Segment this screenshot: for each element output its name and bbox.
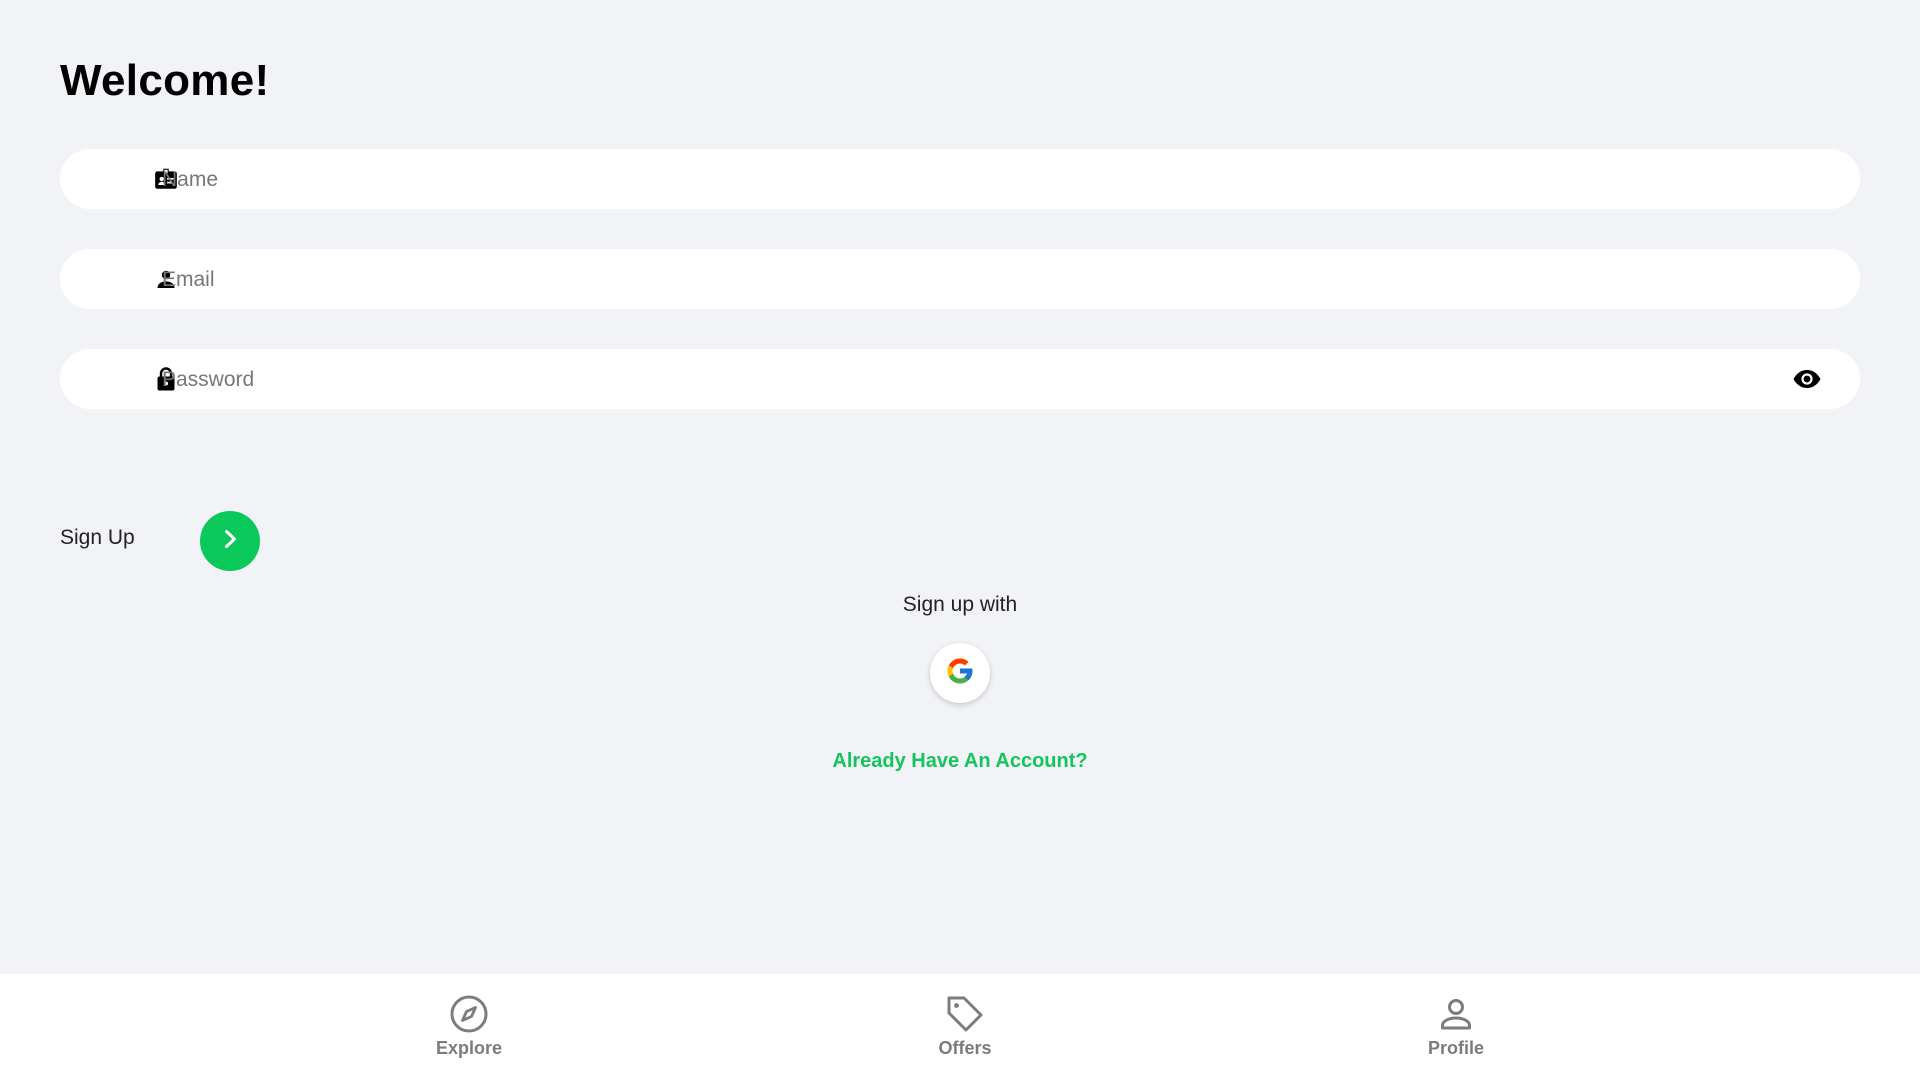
user-outline-icon (1434, 992, 1478, 1036)
page-title: Welcome! (60, 56, 270, 105)
password-field[interactable] (60, 349, 1860, 411)
nav-item-offers[interactable]: Offers (885, 992, 1045, 1059)
compass-icon (447, 992, 491, 1036)
already-have-account-link[interactable]: Already Have An Account? (0, 750, 1920, 773)
bottom-nav: Explore Offers Profile (0, 974, 1920, 1080)
signup-submit-button[interactable] (200, 511, 260, 571)
signup-screen: Welcome! Name Email Sign Up Sign up with… (0, 0, 1920, 1080)
tag-icon (943, 992, 987, 1036)
nav-label-explore: Explore (435, 1038, 503, 1058)
google-icon (945, 656, 975, 691)
nav-item-explore[interactable]: Explore (389, 992, 549, 1059)
nav-label-offers: Offers (938, 1038, 992, 1058)
social-signup-label: Sign up with (902, 593, 1018, 616)
google-signup-button[interactable] (930, 643, 990, 703)
eye-icon[interactable] (1792, 364, 1822, 394)
email-input[interactable] (160, 249, 1780, 311)
password-input[interactable] (160, 349, 1780, 411)
chevron-right-icon (219, 528, 241, 555)
signup-label: Sign Up (60, 526, 135, 549)
nav-item-profile[interactable]: Profile (1376, 992, 1536, 1059)
name-field[interactable] (60, 149, 1860, 211)
name-input[interactable] (160, 149, 1780, 211)
email-field[interactable] (60, 249, 1860, 311)
nav-label-profile: Profile (1427, 1038, 1484, 1058)
